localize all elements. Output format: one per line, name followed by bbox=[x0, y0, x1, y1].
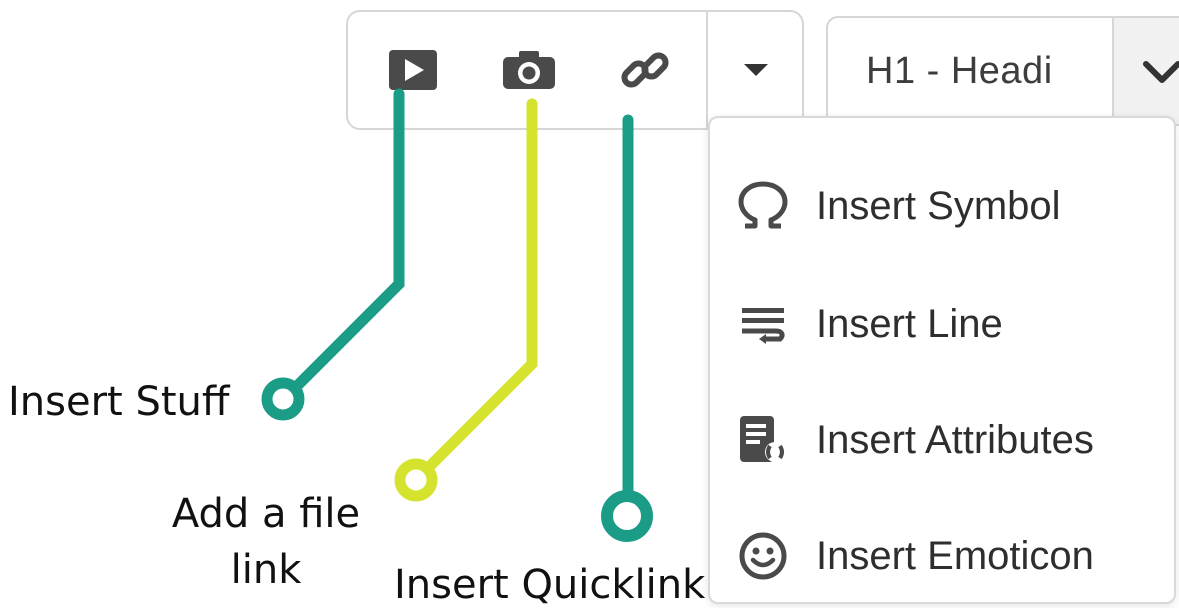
callout-insert-quicklink-line bbox=[601, 114, 653, 542]
callout-label-insert-stuff: Insert Stuff bbox=[8, 379, 230, 425]
callout-label-add-file-link: Add a file link bbox=[171, 491, 361, 593]
callout-add-file-link-line bbox=[394, 98, 538, 502]
callout-label-insert-quicklink: Insert Quicklink bbox=[394, 562, 706, 608]
callout-insert-stuff-line bbox=[261, 88, 405, 421]
